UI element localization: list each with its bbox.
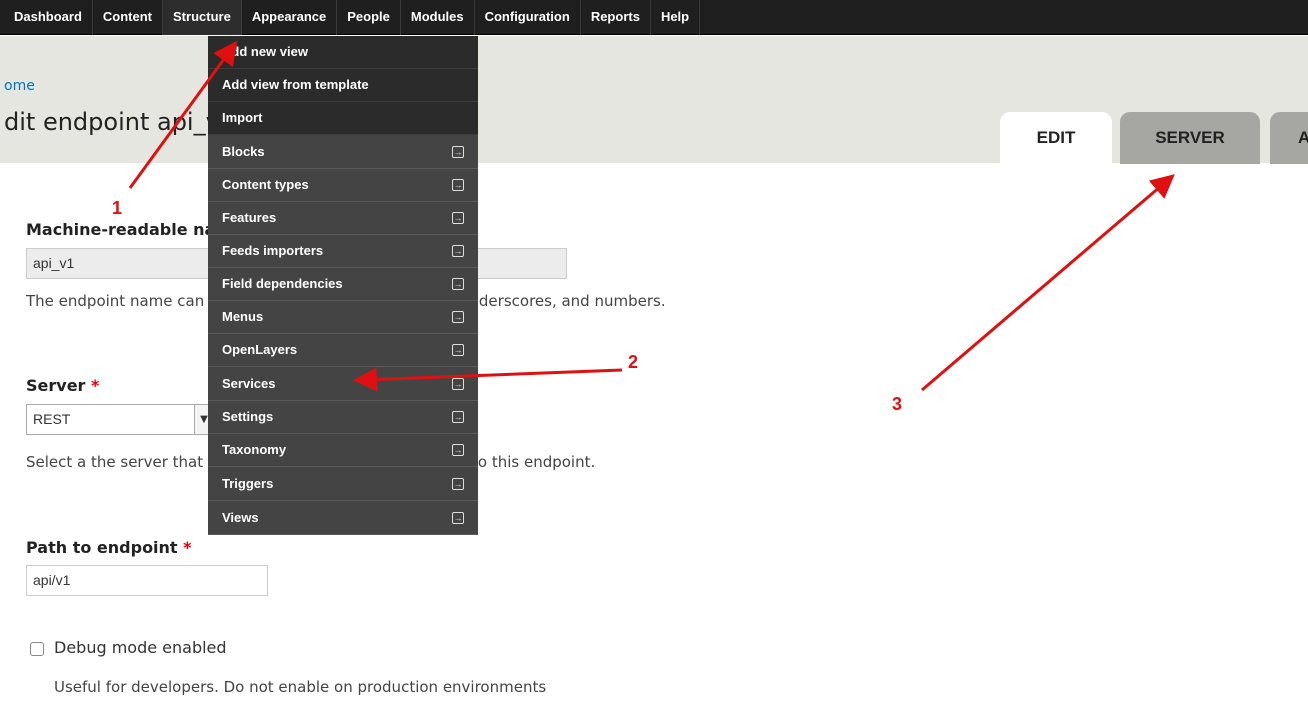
toolbar-item-configuration[interactable]: Configuration <box>475 0 581 35</box>
submenu-arrow-icon: → <box>452 378 464 390</box>
server-select[interactable]: REST <box>26 404 216 435</box>
menu-item-label: OpenLayers <box>222 342 298 357</box>
debug-checkbox[interactable] <box>30 642 44 656</box>
menu-item-feeds-importers[interactable]: Feeds importers → <box>208 235 478 268</box>
menu-item-openlayers[interactable]: OpenLayers → <box>208 334 478 367</box>
menu-item-taxonomy[interactable]: Taxonomy → <box>208 434 478 467</box>
menu-item-label: Feeds importers <box>222 243 324 258</box>
menu-item-label: Services <box>222 376 276 391</box>
menu-item-label: Add new view <box>222 44 308 59</box>
submenu-arrow-icon: → <box>452 344 464 356</box>
annotation-label-3: 3 <box>892 394 903 414</box>
menu-item-label: Taxonomy <box>222 442 287 457</box>
server-label: Server * <box>26 376 99 395</box>
submenu-arrow-icon: → <box>452 444 464 456</box>
menu-item-label: Import <box>222 110 263 125</box>
submenu-arrow-icon: → <box>452 512 464 524</box>
menu-item-label: Features <box>222 210 277 225</box>
required-marker: * <box>183 538 192 557</box>
menu-item-label: Blocks <box>222 144 265 159</box>
toolbar-item-structure[interactable]: Structure <box>163 0 242 35</box>
structure-dropdown-menu: Add new view Add view from template Impo… <box>208 36 478 535</box>
toolbar-item-content[interactable]: Content <box>93 0 164 35</box>
menu-item-features[interactable]: Features → <box>208 202 478 235</box>
tab-authentication[interactable]: A <box>1270 112 1308 164</box>
toolbar-item-appearance[interactable]: Appearance <box>242 0 338 35</box>
required-marker: * <box>91 376 100 395</box>
submenu-arrow-icon: → <box>452 212 464 224</box>
debug-description: Useful for developers. Do not enable on … <box>54 678 547 696</box>
menu-item-blocks[interactable]: Blocks → <box>208 136 478 169</box>
menu-item-content-types[interactable]: Content types → <box>208 169 478 202</box>
admin-toolbar: Dashboard Content Structure Appearance P… <box>0 0 1308 35</box>
toolbar-item-help[interactable]: Help <box>651 0 701 35</box>
menu-item-label: Menus <box>222 309 264 324</box>
path-label-text: Path to endpoint <box>26 538 178 557</box>
annotation-label-2: 2 <box>628 352 639 372</box>
menu-item-add-new-view[interactable]: Add new view <box>208 36 478 69</box>
menu-item-label: Settings <box>222 409 274 424</box>
submenu-arrow-icon: → <box>452 179 464 191</box>
submenu-arrow-icon: → <box>452 146 464 158</box>
submenu-arrow-icon: → <box>452 245 464 257</box>
toolbar-item-dashboard[interactable]: Dashboard <box>4 0 93 35</box>
menu-item-label: Views <box>222 510 259 525</box>
toolbar-item-reports[interactable]: Reports <box>581 0 651 35</box>
menu-item-import[interactable]: Import <box>208 102 478 135</box>
menu-item-services[interactable]: Services → <box>208 368 478 401</box>
toolbar-item-people[interactable]: People <box>337 0 401 35</box>
menu-item-field-dependencies[interactable]: Field dependencies → <box>208 268 478 301</box>
menu-item-label: Content types <box>222 177 309 192</box>
menu-item-label: Triggers <box>222 476 274 491</box>
submenu-arrow-icon: → <box>452 278 464 290</box>
menu-item-label: Field dependencies <box>222 276 343 291</box>
toolbar-nav: Dashboard Content Structure Appearance P… <box>4 0 701 35</box>
path-input[interactable]: api/v1 <box>26 565 268 596</box>
menu-item-label: Add view from template <box>222 77 369 92</box>
tab-server[interactable]: SERVER <box>1120 112 1260 164</box>
menu-item-settings[interactable]: Settings → <box>208 401 478 434</box>
toolbar-item-modules[interactable]: Modules <box>401 0 475 35</box>
menu-item-triggers[interactable]: Triggers → <box>208 468 478 501</box>
menu-item-add-view-from-template[interactable]: Add view from template <box>208 69 478 102</box>
annotation-arrow-3 <box>921 174 1175 392</box>
path-label: Path to endpoint * <box>26 538 192 557</box>
annotation-label-1: 1 <box>112 198 123 218</box>
submenu-arrow-icon: → <box>452 411 464 423</box>
debug-label[interactable]: Debug mode enabled <box>54 638 227 657</box>
submenu-arrow-icon: → <box>452 311 464 323</box>
breadcrumb-home-link[interactable]: ome <box>4 78 35 94</box>
server-label-text: Server <box>26 376 86 395</box>
menu-item-menus[interactable]: Menus → <box>208 301 478 334</box>
page-title: dit endpoint api_v1 <box>4 108 236 136</box>
submenu-arrow-icon: → <box>452 478 464 490</box>
tab-edit[interactable]: EDIT <box>1000 112 1112 164</box>
menu-item-views[interactable]: Views → <box>208 502 478 535</box>
